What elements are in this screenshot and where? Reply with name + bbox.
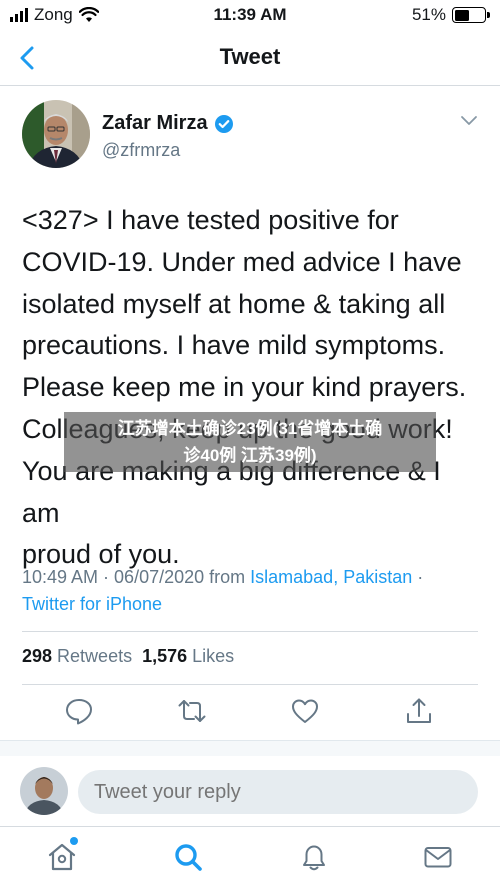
reply-bar [0, 762, 500, 822]
author-handle[interactable]: @zfrmrza [102, 140, 180, 161]
bell-icon[interactable] [298, 841, 330, 873]
avatar[interactable] [20, 767, 68, 815]
notification-dot [70, 837, 78, 845]
heart-icon[interactable] [290, 696, 320, 726]
overlay-line-2: 诊40例 江苏39例) [183, 446, 317, 465]
likes-label: Likes [187, 646, 235, 666]
retweets-label: Retweets [52, 646, 133, 666]
author-name: Zafar Mirza [102, 112, 208, 134]
author-name-row[interactable]: Zafar Mirza [102, 112, 234, 135]
likes-stat[interactable]: 1,576 Likes [142, 646, 234, 666]
tweet-source-link[interactable]: Twitter for iPhone [22, 594, 162, 614]
chevron-down-icon[interactable] [460, 114, 478, 126]
tweet-timestamp: 10:49 AM · 06/07/2020 from [22, 567, 251, 587]
tweet-author: Zafar Mirza @zfrmrza [22, 100, 482, 172]
status-right: 51% [411, 5, 490, 25]
page-title: Tweet [219, 44, 281, 69]
likes-count: 1,576 [142, 646, 188, 666]
overlay-caption: 江苏增本土确诊23例(31省增本土确 诊40例 江苏39例) [64, 412, 436, 472]
mail-icon[interactable] [422, 841, 454, 873]
tweet-text: <327> I have tested positive for COVID-1… [22, 205, 467, 570]
overlay-line-1: 江苏增本土确诊23例(31省增本土确 [117, 419, 383, 438]
avatar[interactable] [22, 100, 90, 168]
tweet-stats: 298 Retweets 1,576 Likes [22, 646, 234, 667]
nav-bar: Tweet [0, 30, 500, 86]
battery-fill [454, 9, 470, 21]
battery-percent: 51% [411, 5, 446, 24]
retweet-icon[interactable] [177, 696, 207, 726]
search-icon[interactable] [172, 841, 204, 873]
tab-bar [0, 826, 500, 889]
tweet-location-link[interactable]: Islamabad, Pakistan [250, 567, 412, 587]
tweet-meta: 10:49 AM · 06/07/2020 from Islamabad, Pa… [22, 564, 492, 618]
tweet-actions [0, 696, 500, 732]
battery-icon [452, 7, 490, 23]
share-icon[interactable] [404, 696, 434, 726]
divider [22, 684, 478, 685]
status-bar: Zong 11:39 AM 51% [0, 0, 500, 30]
home-icon[interactable] [46, 841, 78, 873]
retweets-stat[interactable]: 298 Retweets [22, 646, 132, 666]
verified-badge-icon [214, 114, 233, 133]
meta-separator: · [412, 567, 424, 587]
divider [22, 631, 478, 632]
reply-input[interactable] [78, 770, 478, 814]
section-separator [0, 740, 500, 756]
retweets-count: 298 [22, 646, 53, 666]
comment-icon[interactable] [64, 696, 94, 726]
